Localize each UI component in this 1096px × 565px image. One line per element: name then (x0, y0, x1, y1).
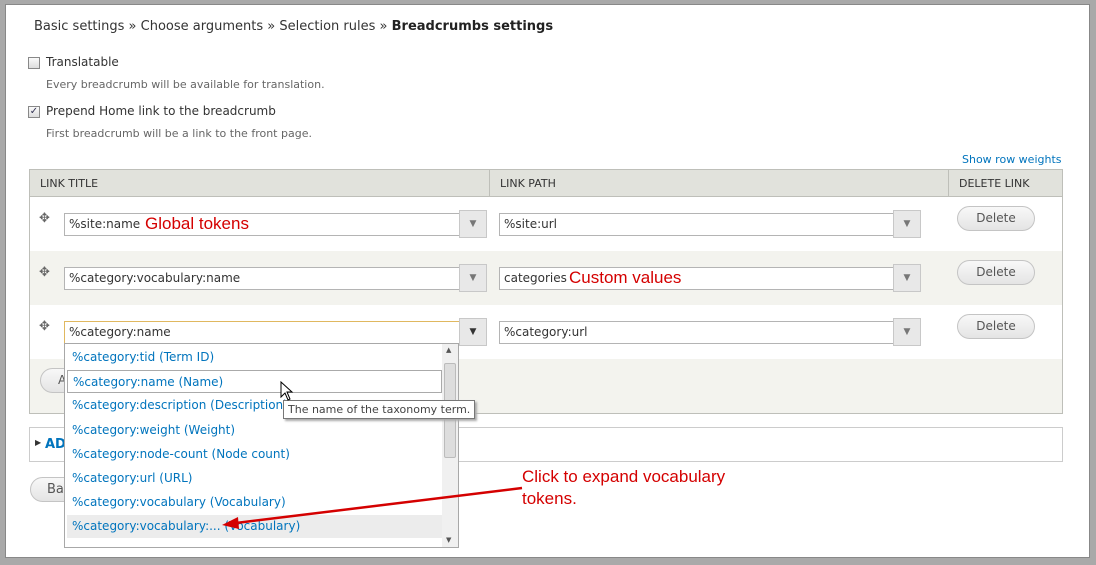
link-path-input[interactable]: %site:url (499, 213, 895, 236)
delete-button[interactable]: Delete (957, 260, 1035, 285)
dropdown-button[interactable]: ▼ (459, 318, 487, 346)
header-link-title: LINK TITLE (30, 170, 490, 197)
autocomplete-item[interactable]: %category:vocabulary (Vocabulary) (67, 491, 442, 514)
show-row-weights-link[interactable]: Show row weights (962, 153, 1062, 166)
link-path-input[interactable]: %category:url (499, 321, 895, 344)
dropdown-button[interactable]: ▼ (893, 318, 921, 346)
translatable-checkbox[interactable] (28, 57, 40, 69)
scroll-up-icon[interactable]: ▲ (446, 346, 451, 354)
link-title-input[interactable]: %site:name (64, 213, 460, 236)
prepend-home-label: Prepend Home link to the breadcrumb (46, 104, 276, 118)
dropdown-button[interactable]: ▼ (893, 264, 921, 292)
autocomplete-item[interactable]: %category:tid (Term ID) (67, 346, 442, 369)
drag-handle-icon[interactable]: ✥ (39, 265, 50, 280)
scroll-down-icon[interactable]: ▼ (446, 536, 451, 544)
autocomplete-item[interactable]: %category:vocabulary:... (Vocabulary) (67, 515, 442, 538)
header-delete-link: DELETE LINK (949, 170, 1062, 197)
advanced-legend[interactable]: AD (45, 437, 66, 452)
autocomplete-item[interactable]: %category:weight (Weight) (67, 419, 442, 442)
translatable-label: Translatable (46, 55, 119, 69)
dropdown-button[interactable]: ▼ (893, 210, 921, 238)
autocomplete-item[interactable]: %category:name (Name) (67, 370, 442, 393)
header-link-path: LINK PATH (490, 170, 949, 197)
scrollbar[interactable]: ▲ ▼ (442, 344, 458, 547)
annotation-custom-values: Custom values (569, 268, 682, 287)
link-title-input[interactable]: %category:vocabulary:name (64, 267, 460, 290)
dropdown-button[interactable]: ▼ (459, 264, 487, 292)
crumb-choose-arguments[interactable]: Choose arguments (141, 19, 263, 34)
prepend-home-checkbox[interactable]: ✓ (28, 106, 40, 118)
annotation-expand-line1: Click to expand vocabulary (522, 467, 726, 486)
sep: » (379, 19, 388, 34)
tooltip: The name of the taxonomy term. (283, 400, 476, 419)
delete-button[interactable]: Delete (957, 206, 1035, 231)
breadcrumb: Basic settings » Choose arguments » Sele… (34, 19, 553, 34)
autocomplete-item[interactable]: %category:node-count (Node count) (67, 443, 442, 466)
expand-triangle-icon: ▶ (35, 438, 42, 447)
translatable-description: Every breadcrumb will be available for t… (46, 78, 325, 91)
drag-handle-icon[interactable]: ✥ (39, 319, 50, 334)
crumb-selection-rules[interactable]: Selection rules (279, 19, 375, 34)
sep: » (267, 19, 276, 34)
autocomplete-dropdown: %category:tid (Term ID) %category:name (… (64, 343, 459, 548)
table-row: ✥ %category:vocabulary:name ▼ categories… (30, 251, 1062, 305)
link-path-input[interactable]: categories (499, 267, 895, 290)
crumb-current: Breadcrumbs settings (391, 19, 554, 34)
drag-handle-icon[interactable]: ✥ (39, 211, 50, 226)
crumb-basic-settings[interactable]: Basic settings (34, 19, 124, 34)
annotation-global-tokens: Global tokens (145, 214, 249, 233)
prepend-home-description: First breadcrumb will be a link to the f… (46, 127, 312, 140)
dropdown-button[interactable]: ▼ (459, 210, 487, 238)
autocomplete-item[interactable]: %category:url (URL) (67, 467, 442, 490)
annotation-expand-line2: tokens. (522, 489, 577, 508)
delete-button[interactable]: Delete (957, 314, 1035, 339)
mouse-cursor-icon (280, 381, 294, 401)
sep: » (128, 19, 137, 34)
link-title-input[interactable]: %category:name (64, 321, 460, 344)
